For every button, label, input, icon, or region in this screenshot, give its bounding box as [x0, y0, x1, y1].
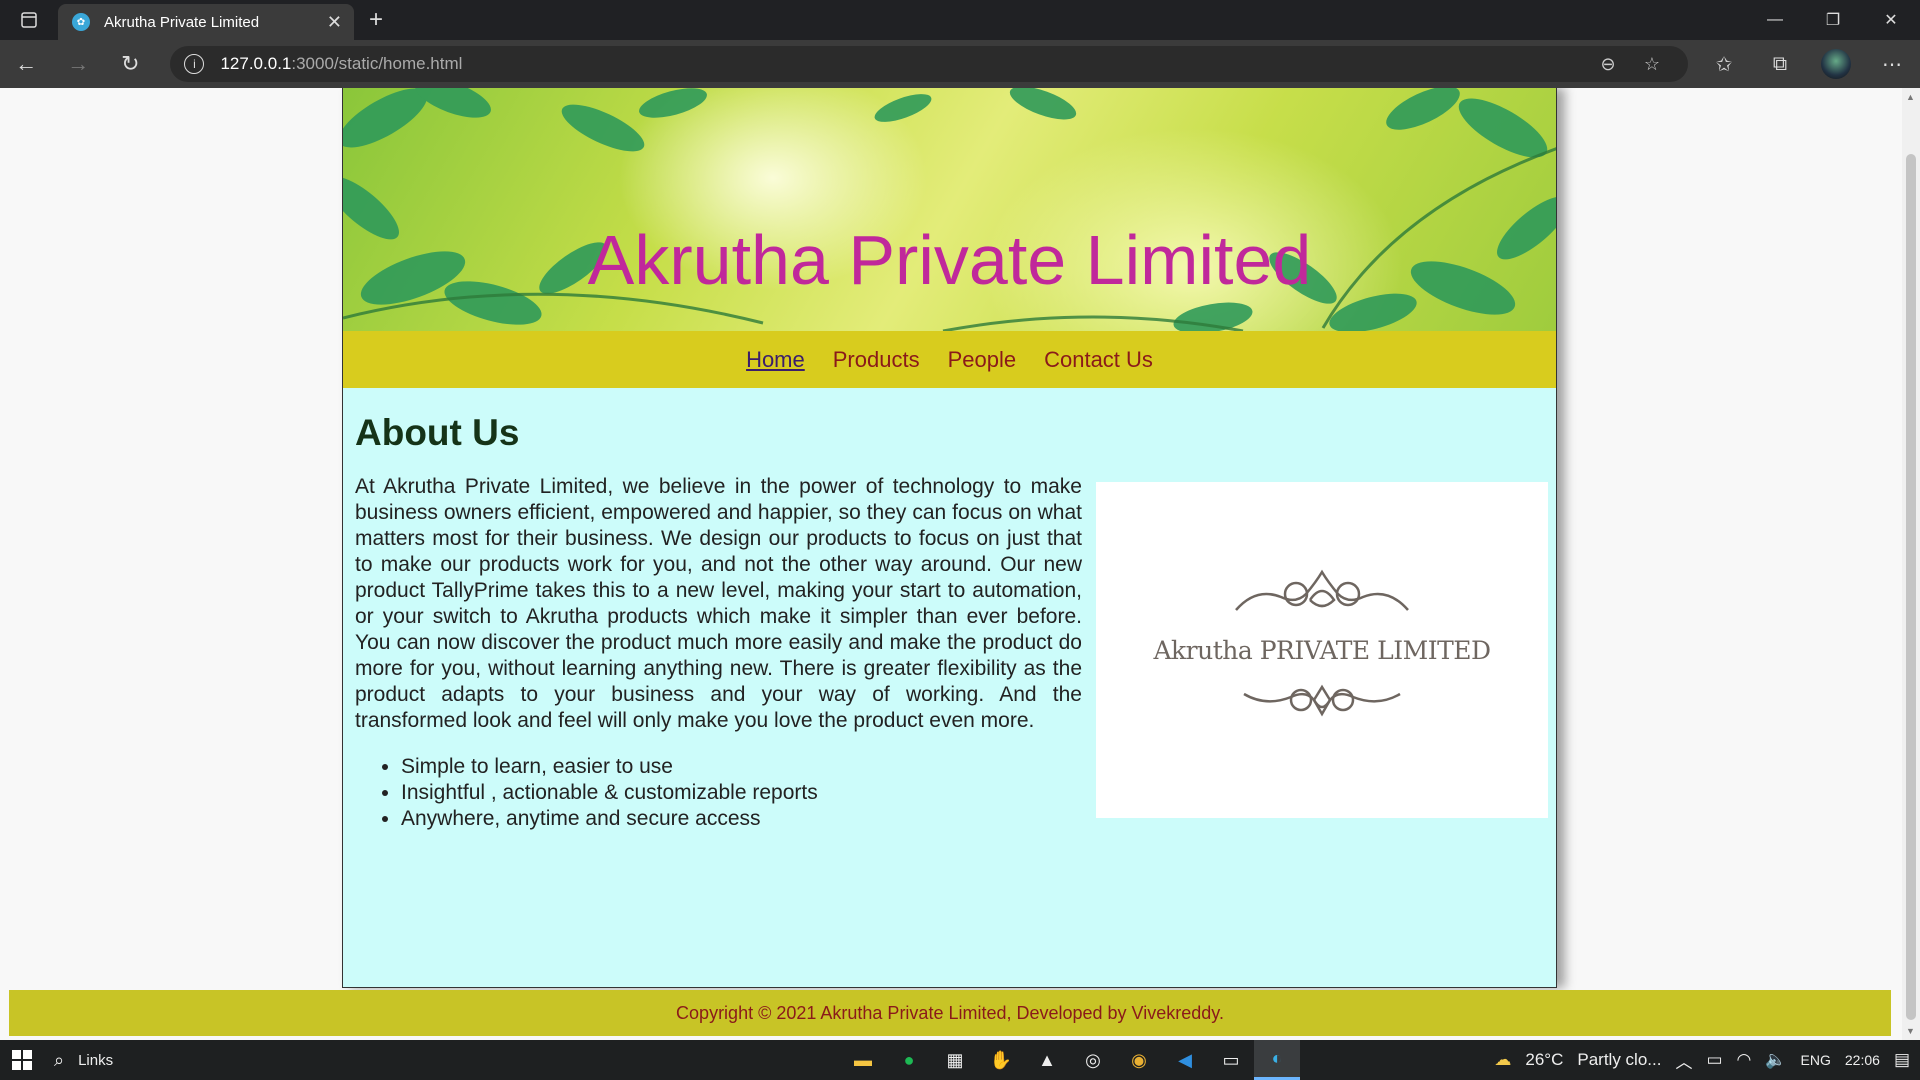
main-nav: Home Products People Contact Us	[343, 331, 1556, 388]
restore-button[interactable]: ❐	[1804, 0, 1862, 40]
search-icon: ⌕	[54, 1049, 65, 1070]
weather-temp[interactable]: 26°C	[1525, 1050, 1563, 1070]
weather-desc[interactable]: Partly clo...	[1577, 1050, 1661, 1070]
close-tab-icon[interactable]: ✕	[327, 12, 342, 33]
collections-icon[interactable]: ⧉	[1752, 53, 1808, 76]
zoom-icon[interactable]: ⊖	[1586, 54, 1630, 75]
nav-people-link[interactable]: People	[948, 347, 1017, 373]
logo-text: Akrutha PRIVATE LIMITED	[1153, 636, 1491, 665]
spotify-icon[interactable]: ●	[886, 1040, 932, 1080]
forward-button[interactable]: →	[52, 40, 104, 88]
scroll-down-icon[interactable]: ▼	[1906, 1026, 1915, 1036]
taskbar-search-label: Links	[78, 1051, 114, 1069]
clock[interactable]: 22:06	[1845, 1052, 1880, 1068]
company-logo-image: Akrutha PRIVATE LIMITED	[1096, 482, 1548, 818]
browser-tab[interactable]: ✿ Akrutha Private Limited ✕	[58, 4, 354, 40]
about-heading: About Us	[355, 412, 520, 453]
chrome-icon[interactable]: ◉	[1116, 1040, 1162, 1080]
tab-actions-icon[interactable]	[0, 0, 58, 40]
scrollbar-thumb[interactable]	[1906, 154, 1916, 1020]
browser-toolbar: ← → ↻ i 127.0.0.1:3000/static/home.html …	[0, 40, 1920, 88]
favorites-icon[interactable]: ✩	[1696, 52, 1752, 77]
app-icon[interactable]: ◎	[1070, 1040, 1116, 1080]
close-window-button[interactable]: ✕	[1862, 0, 1920, 40]
vertical-scrollbar[interactable]: ▲ ▼	[1902, 88, 1920, 1040]
wifi-icon[interactable]: ◠	[1737, 1050, 1752, 1070]
terminal-icon[interactable]: ▭	[1208, 1040, 1254, 1080]
browser-tab-bar: ✿ Akrutha Private Limited ✕ + — ❐ ✕	[0, 0, 1920, 40]
volume-icon[interactable]: 🔈	[1765, 1050, 1786, 1070]
store-icon[interactable]: ▦	[932, 1040, 978, 1080]
add-favorite-icon[interactable]: ☆	[1630, 54, 1674, 75]
nav-contact-link[interactable]: Contact Us	[1044, 347, 1153, 373]
weather-icon[interactable]: ☁	[1494, 1050, 1511, 1070]
site-favicon-icon: ✿	[72, 13, 90, 31]
about-paragraph: At Akrutha Private Limited, we believe i…	[355, 475, 1082, 732]
reload-button[interactable]: ↻	[104, 40, 156, 88]
scroll-up-icon[interactable]: ▲	[1906, 92, 1915, 102]
tab-title: Akrutha Private Limited	[104, 13, 260, 31]
windows-start-icon[interactable]	[0, 1040, 44, 1080]
system-tray: ☁ 26°C Partly clo... ︿ ▭ ◠ 🔈 ENG 22:06 ▤	[1494, 1040, 1910, 1080]
chevron-up-icon[interactable]: ︿	[1675, 1048, 1692, 1073]
url-text[interactable]: 127.0.0.1:3000/static/home.html	[220, 54, 1586, 74]
page-viewport: Akrutha Private Limited Home Products Pe…	[0, 88, 1920, 1040]
inkscape-icon[interactable]: ▲	[1024, 1040, 1070, 1080]
file-explorer-icon[interactable]: ▬	[840, 1040, 886, 1080]
battery-icon[interactable]: ▭	[1706, 1050, 1722, 1070]
profile-avatar[interactable]	[1820, 49, 1851, 79]
vscode-icon[interactable]: ◀	[1162, 1040, 1208, 1080]
header-banner: Akrutha Private Limited	[343, 88, 1556, 331]
nav-home-link[interactable]: Home	[746, 347, 805, 373]
nav-products-link[interactable]: Products	[833, 347, 920, 373]
new-tab-button[interactable]: +	[354, 0, 398, 40]
taskbar-search[interactable]: ⌕ Links	[54, 1050, 113, 1071]
edge-icon[interactable]: ◐	[1254, 1040, 1300, 1080]
site-footer: Copyright © 2021 Akrutha Private Limited…	[9, 990, 1891, 1036]
app-icon[interactable]: ✋	[978, 1040, 1024, 1080]
address-bar[interactable]: i 127.0.0.1:3000/static/home.html ⊖ ☆	[170, 46, 1688, 82]
back-button[interactable]: ←	[0, 40, 52, 88]
site-container: Akrutha Private Limited Home Products Pe…	[342, 88, 1557, 988]
settings-menu-icon[interactable]: ⋯	[1864, 52, 1920, 77]
site-info-icon[interactable]: i	[184, 54, 205, 74]
notification-icon[interactable]: ▤	[1894, 1050, 1910, 1070]
about-section: About Us At Akrutha Private Limited, we …	[343, 388, 1556, 832]
language-indicator[interactable]: ENG	[1801, 1052, 1831, 1068]
windows-taskbar: ⌕ Links ▬ ● ▦ ✋ ▲ ◎ ◉ ◀ ▭ ◐ ☁ 26°C Partl…	[0, 1040, 1920, 1080]
copyright-text: Copyright © 2021 Akrutha Private Limited…	[676, 1002, 1224, 1023]
minimize-button[interactable]: —	[1746, 0, 1804, 40]
banner-title: Akrutha Private Limited	[587, 221, 1312, 299]
